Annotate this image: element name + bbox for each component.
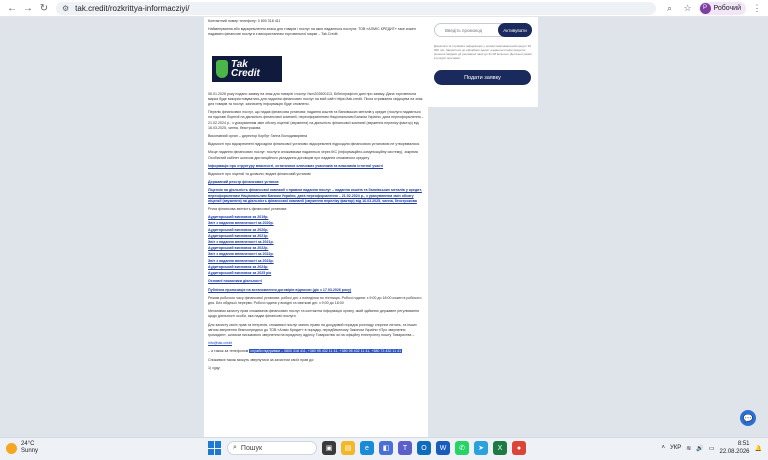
telegram-icon[interactable]: ➤ — [474, 441, 488, 455]
bookmark-star-icon[interactable]: ☆ — [681, 1, 695, 15]
report-link[interactable]: Аудиторський висновок за 2022р. — [208, 246, 424, 251]
temperature: 24°C — [21, 441, 35, 447]
edge-icon[interactable]: e — [360, 441, 374, 455]
support-phones-selected[interactable]: служби підтримки – 0800 318 411, +380 95… — [249, 349, 403, 354]
intro-text: Найменування або відокремлення знака для… — [208, 27, 416, 37]
closing-text-2: 1) суду; — [208, 365, 221, 370]
ownership-link[interactable]: Інформація про структуру власності, оста… — [208, 164, 424, 169]
weather-widget[interactable]: 24°C Sunny — [6, 441, 38, 455]
taskbar-apps: ⌕ Пошук ▣ ▤ e ◧ T O W ✆ ➤ X ● — [208, 441, 526, 455]
clock[interactable]: 8:51 22.08.2026 — [719, 440, 749, 456]
report-link[interactable]: Аудиторський висновок за 2019р. — [208, 215, 424, 220]
site-info-icon[interactable]: ⚙ — [62, 4, 69, 13]
mechanisms-text: Механізми захисту прав споживачів фінанс… — [208, 309, 419, 319]
windows-taskbar: 24°C Sunny ⌕ Пошук ▣ ▤ e ◧ T O W ✆ ➤ X ●… — [0, 437, 768, 460]
loan-sidebar: Активувати Дізнатися та отримати інформа… — [428, 17, 538, 107]
web-page: Контактний номер телефону: 0 800 318 411… — [0, 17, 768, 437]
place-text: Місце надання фінансових послуг: послуги… — [208, 150, 418, 160]
license-note: Відомості про ліцензії та дозволи, видан… — [208, 172, 312, 177]
phones-prefix: – а також за телефоном — [208, 349, 249, 354]
store-icon[interactable]: ◧ — [379, 441, 393, 455]
reload-icon[interactable]: ↻ — [36, 0, 52, 16]
browser-toolbar: ← → ↻ ⚙ tak.credit/rozkrittya-informaczі… — [0, 0, 768, 17]
report-link[interactable]: Аудиторський висновок за 2024р. — [208, 265, 424, 270]
date: 22.08.2026 — [719, 449, 750, 455]
whatsapp-icon[interactable]: ✆ — [455, 441, 469, 455]
address-bar[interactable]: ⚙ tak.credit/rozkrittya-informaczіyi/ — [56, 2, 656, 15]
menu-dots-icon[interactable]: ⋮ — [750, 1, 764, 15]
wifi-icon[interactable]: ≋ — [686, 445, 691, 452]
services-text: Перелік фінансових послуг, що надає фіна… — [208, 110, 424, 130]
forward-icon[interactable]: → — [20, 0, 36, 16]
logo-text-2: Credit — [231, 67, 260, 79]
report-link[interactable]: Аудиторський висновок за 2021р. — [208, 234, 424, 239]
registry-link[interactable]: Державний реєстр фінансових установ — [208, 180, 424, 185]
promo-code-field: Активувати — [434, 23, 532, 37]
teams-icon[interactable]: T — [398, 441, 412, 455]
email-link[interactable]: info@tak.credit — [208, 341, 424, 346]
avatar: Р — [699, 2, 711, 14]
language-indicator[interactable]: УКР — [670, 445, 681, 451]
search-icon: ⌕ — [233, 444, 237, 451]
branches-text: Відомості про відокремлені підрозділи фі… — [208, 142, 421, 147]
system-tray: ˄ УКР ≋ 🔊 ▭ 8:51 22.08.2026 🔔 — [661, 440, 762, 456]
report-link[interactable]: Звіт з надання впевненості за 2023р. — [208, 259, 424, 264]
report-link[interactable]: Звіт з надання впевненості за 2020р. — [208, 221, 424, 226]
phones-line: – а також за телефоном служби підтримки … — [208, 349, 424, 354]
phone-line: Контактний номер телефону: 0 800 318 411 — [208, 19, 281, 23]
search-placeholder: Пошук — [240, 444, 263, 452]
chat-support-icon[interactable]: 💬 — [740, 410, 756, 426]
closing-text: Споживачі також можуть звернутися за зах… — [208, 357, 315, 362]
indicators-link[interactable]: Основні показники діяльності — [208, 279, 424, 284]
excel-icon[interactable]: X — [493, 441, 507, 455]
activate-button[interactable]: Активувати — [498, 23, 532, 37]
taskbar-search[interactable]: ⌕ Пошук — [227, 441, 317, 455]
tak-credit-logo: Tak Credit — [212, 55, 282, 82]
taskview-icon[interactable]: ▣ — [322, 441, 336, 455]
report-link[interactable]: Звіт з надання впевненості за 2022р. — [208, 252, 424, 257]
disclosure-content: Контактний номер телефону: 0 800 318 411… — [204, 17, 428, 437]
report-link[interactable]: Аудиторський висновок за 2025 рік — [208, 271, 424, 276]
rights-text: Для захисту своїх прав та інтересів, спо… — [208, 322, 417, 337]
profile-name: Робочий — [713, 4, 741, 12]
promo-note: Дізнатися та отримати інформацію у розмі… — [434, 44, 532, 60]
reports-list: Аудиторський висновок за 2019р. Звіт з н… — [208, 215, 424, 276]
url-text: tak.credit/rozkrittya-informaczіyi/ — [75, 4, 190, 13]
profile-button[interactable]: Р Робочий — [698, 1, 746, 15]
battery-icon[interactable]: ▭ — [709, 445, 715, 452]
schedule-text: Режим робочого часу фінансової установи:… — [208, 295, 422, 305]
weather-condition: Sunny — [21, 448, 39, 454]
outlook-icon[interactable]: O — [417, 441, 431, 455]
annual-note: Річна фінансова звітність фінансової уст… — [208, 207, 288, 212]
time: 8:51 — [737, 441, 750, 447]
chrome-icon[interactable]: ● — [512, 441, 526, 455]
tray-chevron-icon[interactable]: ˄ — [661, 445, 665, 451]
file-explorer-icon[interactable]: ▤ — [341, 441, 355, 455]
report-link[interactable]: Звіт з надання впевненості за 2021р. — [208, 240, 424, 245]
word-icon[interactable]: W — [436, 441, 450, 455]
zoom-icon[interactable]: ⌕ — [663, 1, 677, 15]
submit-application-button[interactable]: Подати заявку — [434, 70, 531, 85]
windows-start-icon[interactable] — [208, 441, 222, 455]
report-link[interactable]: Аудиторський висновок за 2020р. — [208, 228, 424, 233]
registration-text: 06.01.2026 року подано заявку на знак дл… — [208, 91, 423, 107]
sun-icon — [6, 442, 17, 454]
thumbs-up-icon — [216, 59, 228, 78]
public-offer-link[interactable]: Публічна пропозиція на встановлення дого… — [208, 288, 424, 293]
volume-icon[interactable]: 🔊 — [696, 445, 703, 452]
promo-code-input[interactable] — [435, 27, 495, 33]
license-link[interactable]: Ліцензія на діяльність фінансової компан… — [208, 188, 424, 204]
executive-text: Виконавчий орган – директор Корбут Ганна… — [208, 134, 308, 139]
back-icon[interactable]: ← — [4, 0, 20, 16]
notification-bell-icon[interactable]: 🔔 — [755, 445, 762, 452]
